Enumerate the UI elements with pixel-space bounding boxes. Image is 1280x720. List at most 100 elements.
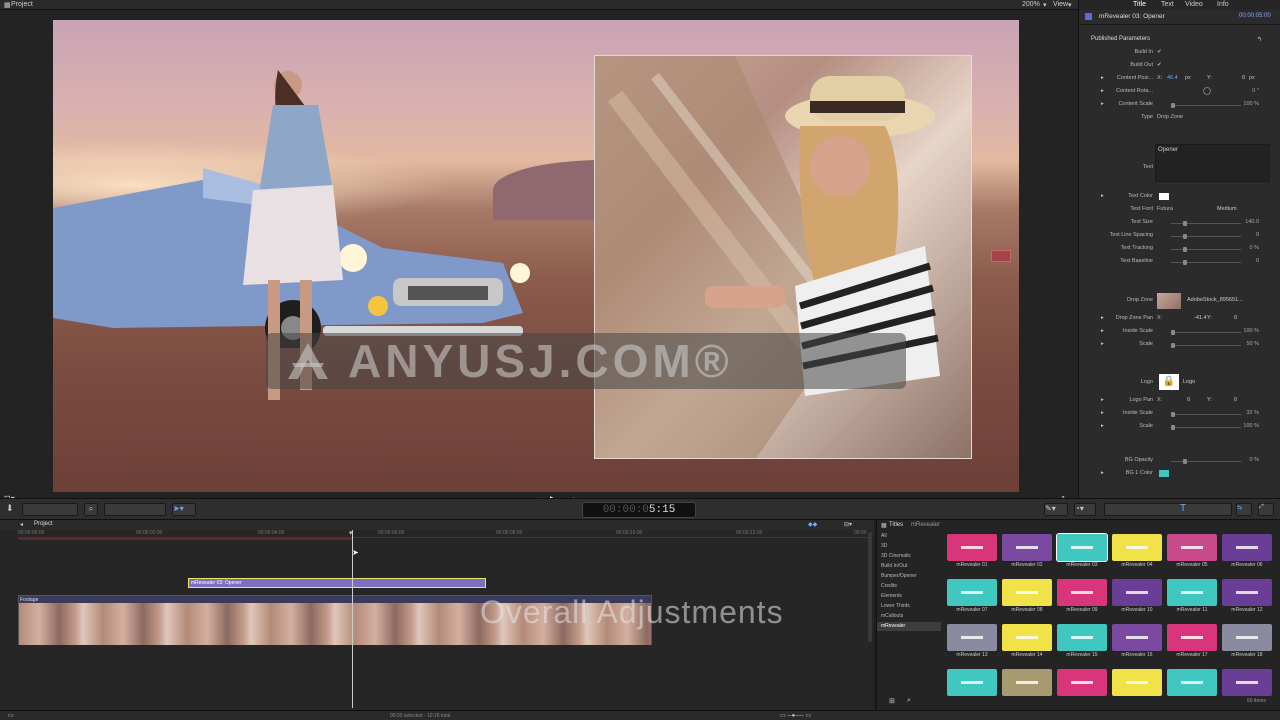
back-icon[interactable]: ◂ (20, 521, 23, 528)
rotation-dial[interactable] (1203, 87, 1211, 95)
browser-toggle-buttons[interactable] (1104, 503, 1232, 516)
select-tool-icon[interactable]: ➤▾ (172, 503, 196, 516)
text-color-swatch[interactable] (1159, 193, 1169, 200)
lock-icon[interactable]: 🔒 (1159, 374, 1179, 390)
tab-video[interactable]: Video (1185, 1, 1203, 8)
disclosure-triangle-icon[interactable]: ▸ (1101, 315, 1104, 321)
text-tracking-value[interactable]: 0 % (1250, 245, 1259, 251)
bg1-color-swatch[interactable] (1159, 470, 1169, 477)
logo-scale-slider[interactable] (1171, 425, 1241, 430)
category-item[interactable]: 3D (881, 543, 887, 549)
category-item-selected[interactable]: mRevealer (881, 623, 905, 629)
baseline-slider[interactable] (1171, 260, 1241, 265)
category-item[interactable]: Elements (881, 593, 902, 599)
timecode-display[interactable]: 00:00:05:15 (582, 502, 696, 518)
category-item[interactable]: Bumper/Opener (881, 573, 917, 579)
content-rotation-value[interactable]: 0 ° (1252, 88, 1259, 94)
view-menu[interactable]: View (1053, 1, 1068, 8)
title-thumbnail[interactable] (947, 534, 997, 561)
tab-title[interactable]: Title (1133, 1, 1146, 8)
title-thumbnail[interactable] (1002, 624, 1052, 651)
title-thumbnail[interactable] (1222, 669, 1272, 696)
disclosure-triangle-icon[interactable]: ▸ (1101, 75, 1104, 81)
category-item[interactable]: Lower Thirds (881, 603, 910, 609)
logo-inside-scale-slider[interactable] (1171, 412, 1241, 417)
skimming-icon[interactable]: ◆◆ (808, 521, 817, 528)
drop-zone-pan-y[interactable]: 0 (1234, 315, 1237, 321)
clip-index-icon[interactable]: ▭ (8, 712, 14, 719)
app-menu-icon[interactable]: ▦ (4, 1, 11, 9)
reset-icon[interactable]: ↰ (1257, 36, 1262, 43)
edit-mode-buttons[interactable] (104, 503, 166, 516)
fullscreen-toggle-icon[interactable]: ⤢ (1258, 503, 1274, 516)
inside-scale-slider[interactable] (1171, 330, 1241, 335)
bg-opacity-value[interactable]: 0 % (1250, 457, 1259, 463)
disclosure-triangle-icon[interactable]: ▸ (1101, 397, 1104, 403)
disclosure-triangle-icon[interactable]: ▸ (1101, 328, 1104, 334)
title-thumbnail[interactable] (1222, 624, 1272, 651)
title-thumbnail[interactable] (1112, 669, 1162, 696)
title-thumbnail[interactable] (1222, 579, 1272, 606)
disclosure-triangle-icon[interactable]: ▸ (1101, 88, 1104, 94)
zoom-dropdown[interactable]: 200% (1022, 1, 1040, 8)
logo-inside-scale-value[interactable]: 32 % (1246, 410, 1259, 416)
line-spacing-slider[interactable] (1171, 234, 1241, 239)
title-thumbnail[interactable] (1222, 534, 1272, 561)
text-field[interactable]: Opener (1155, 144, 1270, 182)
title-thumbnail[interactable] (1056, 533, 1108, 562)
title-thumbnail[interactable] (1002, 534, 1052, 561)
build-out-checkbox[interactable]: ✔ (1157, 62, 1162, 68)
enhance-icon[interactable]: ✎▾ (1044, 503, 1068, 516)
font-family-select[interactable]: Futura (1157, 206, 1173, 212)
share-icon[interactable]: ⇆ (1236, 503, 1252, 516)
bg-opacity-slider[interactable] (1171, 459, 1241, 464)
disclosure-triangle-icon[interactable]: ▸ (1101, 101, 1104, 107)
category-item[interactable]: 3D Cinematic (881, 553, 911, 559)
text-size-value[interactable]: 140.0 (1245, 219, 1259, 225)
content-scale-value[interactable]: 100 % (1243, 101, 1259, 107)
drop-zone-pan-x[interactable]: -41.4 (1194, 315, 1207, 321)
scale-slider[interactable] (1171, 343, 1241, 348)
title-thumbnail[interactable] (1112, 534, 1162, 561)
sidebar-toggle-icon[interactable]: ▦ (881, 522, 887, 529)
chevron-down-icon[interactable]: ▾ (1068, 1, 1072, 9)
drop-zone-photo[interactable] (594, 55, 972, 459)
title-thumbnail[interactable] (1112, 579, 1162, 606)
build-in-checkbox[interactable]: ✔ (1157, 49, 1162, 55)
timeline[interactable]: ◂ Project ◆◆ ⊟▾ 00:00:00:00 00:00:02:00 … (0, 520, 874, 710)
import-icon[interactable]: ⬇ (6, 503, 14, 514)
font-weight-select[interactable]: Medium (1217, 206, 1237, 212)
drop-zone-thumbnail[interactable] (1157, 293, 1181, 309)
clip-appearance-icon[interactable]: ⊟▾ (844, 521, 852, 528)
disclosure-triangle-icon[interactable]: ▸ (1101, 423, 1104, 429)
search-icon[interactable]: ⌕ (907, 697, 911, 705)
title-thumbnail[interactable] (1112, 624, 1162, 651)
titles-browser-icon[interactable]: T (1180, 503, 1186, 514)
title-thumbnail[interactable] (947, 624, 997, 651)
disclosure-triangle-icon[interactable]: ▸ (1101, 341, 1104, 347)
disclosure-triangle-icon[interactable]: ▸ (1101, 470, 1104, 476)
content-position-x[interactable]: 46.4 (1167, 75, 1178, 81)
video-canvas[interactable] (53, 20, 1019, 492)
type-select[interactable]: Drop Zone (1157, 114, 1183, 120)
timeline-ruler[interactable]: 00:00:00:00 00:00:02:00 00:00:04:00 00:0… (18, 530, 868, 538)
title-thumbnail[interactable] (1057, 579, 1107, 606)
inside-scale-value[interactable]: 100 % (1243, 328, 1259, 334)
logo-scale-value[interactable]: 100 % (1243, 423, 1259, 429)
text-size-slider[interactable] (1171, 221, 1241, 226)
disclosure-triangle-icon[interactable]: ▸ (1101, 410, 1104, 416)
retime-icon[interactable]: ◔▾ (1074, 503, 1096, 516)
logo-pan-y[interactable]: 0 (1234, 397, 1237, 403)
title-thumbnail[interactable] (1167, 669, 1217, 696)
playhead-handle-icon[interactable]: ▾ (349, 529, 353, 537)
tab-info[interactable]: Info (1217, 1, 1229, 8)
tab-text[interactable]: Text (1161, 1, 1174, 8)
title-thumbnail[interactable] (1167, 624, 1217, 651)
content-position-y[interactable]: 0 (1242, 75, 1245, 81)
chevron-down-icon[interactable]: ▾ (1043, 1, 1047, 9)
category-item[interactable]: All (881, 533, 887, 539)
title-thumbnail[interactable] (1167, 579, 1217, 606)
title-thumbnail[interactable] (947, 579, 997, 606)
tracking-slider[interactable] (1171, 247, 1241, 252)
list-view-icon[interactable]: ⊞ (889, 697, 895, 705)
